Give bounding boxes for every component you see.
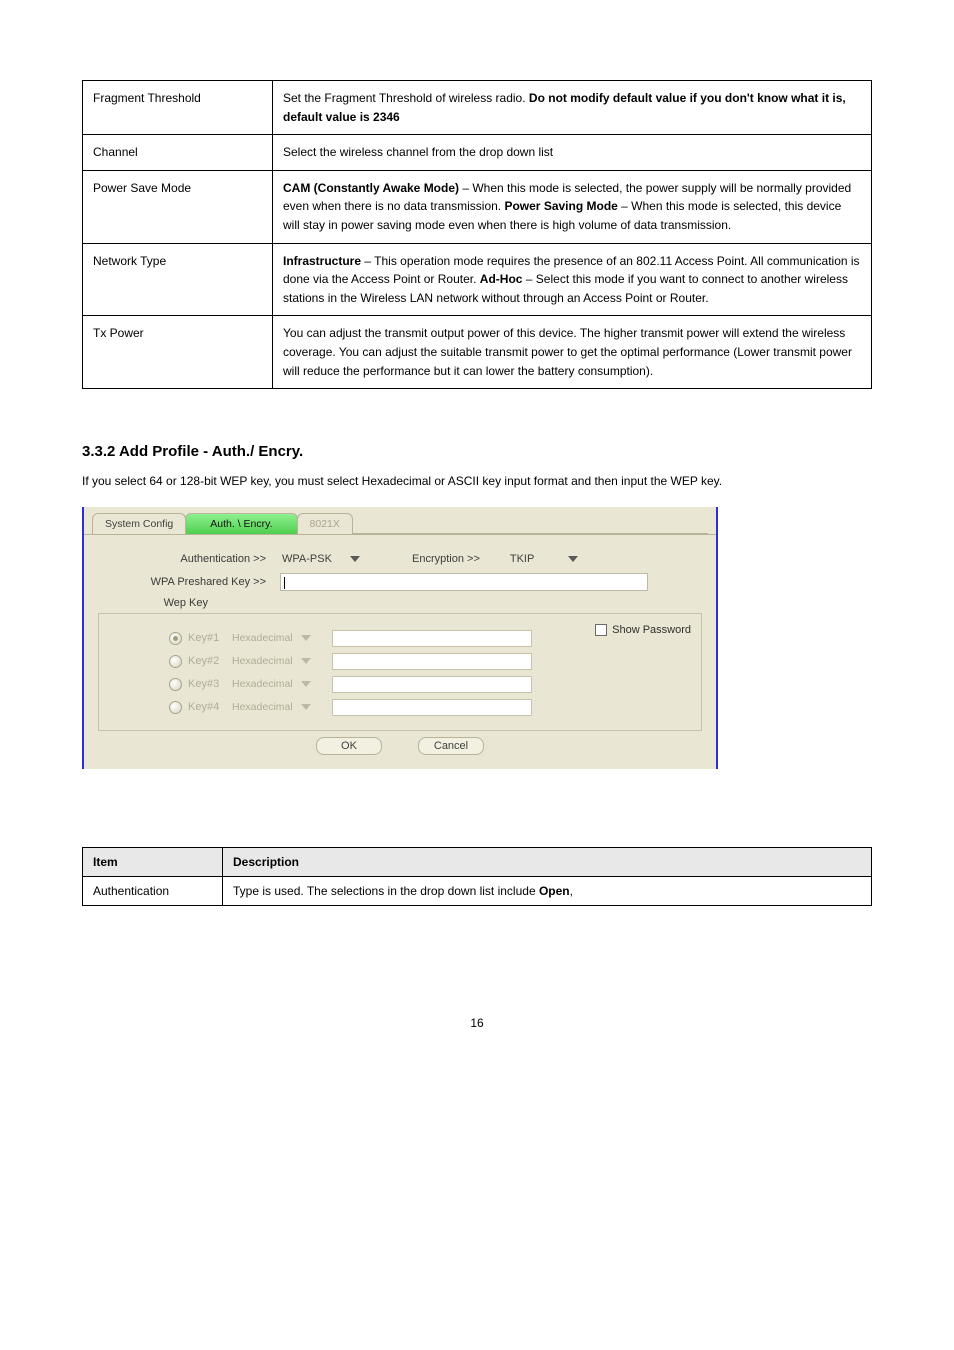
psk-label: WPA Preshared Key >> — [98, 576, 278, 588]
wep-key-input[interactable] — [332, 653, 532, 670]
wep-key-row: Key#4Hexadecimal — [111, 699, 689, 716]
wep-key-label: Key#4 — [188, 701, 232, 713]
chevron-down-icon — [301, 681, 311, 687]
wep-key-radio[interactable] — [169, 632, 182, 645]
show-password-checkbox[interactable]: Show Password — [595, 624, 691, 636]
wep-key-format-select[interactable]: Hexadecimal — [232, 655, 328, 667]
psk-input[interactable] — [280, 573, 648, 591]
wep-key-label: Key#3 — [188, 678, 232, 690]
definition-term: Channel — [83, 135, 273, 171]
wepkey-label: Wep Key — [98, 597, 220, 609]
tab-strip: System Config Auth. \ Encry. 8021X — [84, 507, 716, 534]
definition-term: Network Type — [83, 243, 273, 316]
col-item-header: Item — [83, 847, 223, 876]
authentication-label: Authentication >> — [98, 553, 278, 565]
definition-term: Fragment Threshold — [83, 81, 273, 135]
definition-desc: Set the Fragment Threshold of wireless r… — [273, 81, 872, 135]
item-description-table: Item Description Authentication Type is … — [82, 847, 872, 906]
wep-keys-container: Key#1HexadecimalKey#2HexadecimalKey#3Hex… — [111, 630, 689, 716]
col-desc-header: Description — [223, 847, 872, 876]
definition-desc: CAM (Constantly Awake Mode) – When this … — [273, 170, 872, 243]
chevron-down-icon — [301, 635, 311, 641]
wep-key-format-select[interactable]: Hexadecimal — [232, 701, 328, 713]
show-password-label: Show Password — [612, 624, 691, 636]
tab-strip-filler — [352, 533, 708, 534]
page-number: 16 — [82, 1016, 872, 1030]
wep-key-format-select[interactable]: Hexadecimal — [232, 678, 328, 690]
encryption-label: Encryption >> — [412, 553, 480, 565]
wep-key-format-value: Hexadecimal — [232, 701, 293, 713]
chevron-down-icon — [301, 704, 311, 710]
chevron-down-icon — [350, 556, 360, 562]
definition-term: Tx Power — [83, 316, 273, 389]
definitions-table: Fragment ThresholdSet the Fragment Thres… — [82, 80, 872, 389]
definition-term: Power Save Mode — [83, 170, 273, 243]
authentication-select[interactable]: WPA-PSK — [278, 551, 366, 567]
wep-key-format-value: Hexadecimal — [232, 678, 293, 690]
tab-system-config[interactable]: System Config — [92, 513, 186, 534]
section-body-text: If you select 64 or 128-bit WEP key, you… — [82, 472, 872, 491]
encryption-select[interactable]: TKIP — [506, 551, 584, 567]
wep-key-row: Key#2Hexadecimal — [111, 653, 689, 670]
wep-key-format-select[interactable]: Hexadecimal — [232, 632, 328, 644]
definition-desc: Infrastructure – This operation mode req… — [273, 243, 872, 316]
wep-key-input[interactable] — [332, 699, 532, 716]
wep-key-radio[interactable] — [169, 701, 182, 714]
wep-key-label: Key#2 — [188, 655, 232, 667]
cancel-button[interactable]: Cancel — [418, 737, 484, 755]
section-heading: 3.3.2 Add Profile - Auth./ Encry. — [82, 443, 872, 460]
definition-desc: You can adjust the transmit output power… — [273, 316, 872, 389]
dialog-screenshot: System Config Auth. \ Encry. 8021X Authe… — [82, 507, 718, 769]
wep-key-format-value: Hexadecimal — [232, 655, 293, 667]
wep-key-row: Key#3Hexadecimal — [111, 676, 689, 693]
wep-key-radio[interactable] — [169, 678, 182, 691]
wep-key-format-value: Hexadecimal — [232, 632, 293, 644]
tab-8021x[interactable]: 8021X — [297, 513, 353, 534]
wep-key-radio[interactable] — [169, 655, 182, 668]
wep-key-label: Key#1 — [188, 632, 232, 644]
chevron-down-icon — [301, 658, 311, 664]
tab-auth-encry[interactable]: Auth. \ Encry. — [185, 513, 297, 534]
definitions-tbody: Fragment ThresholdSet the Fragment Thres… — [83, 81, 872, 389]
desc-row-desc: Type is used. The selections in the drop… — [223, 876, 872, 905]
chevron-down-icon — [568, 556, 578, 562]
ok-button[interactable]: OK — [316, 737, 382, 755]
desc-row-item: Authentication — [83, 876, 223, 905]
checkbox-icon — [595, 624, 607, 636]
wep-key-input[interactable] — [332, 676, 532, 693]
dialog-button-row: OK Cancel — [98, 731, 702, 763]
authentication-value: WPA-PSK — [282, 553, 332, 565]
form-area: Authentication >> WPA-PSK Encryption >> … — [84, 534, 716, 769]
definition-desc: Select the wireless channel from the dro… — [273, 135, 872, 171]
encryption-value: TKIP — [510, 553, 534, 565]
wep-key-fieldset: . Show Password Key#1HexadecimalKey#2Hex… — [98, 613, 702, 731]
wep-key-input[interactable] — [332, 630, 532, 647]
